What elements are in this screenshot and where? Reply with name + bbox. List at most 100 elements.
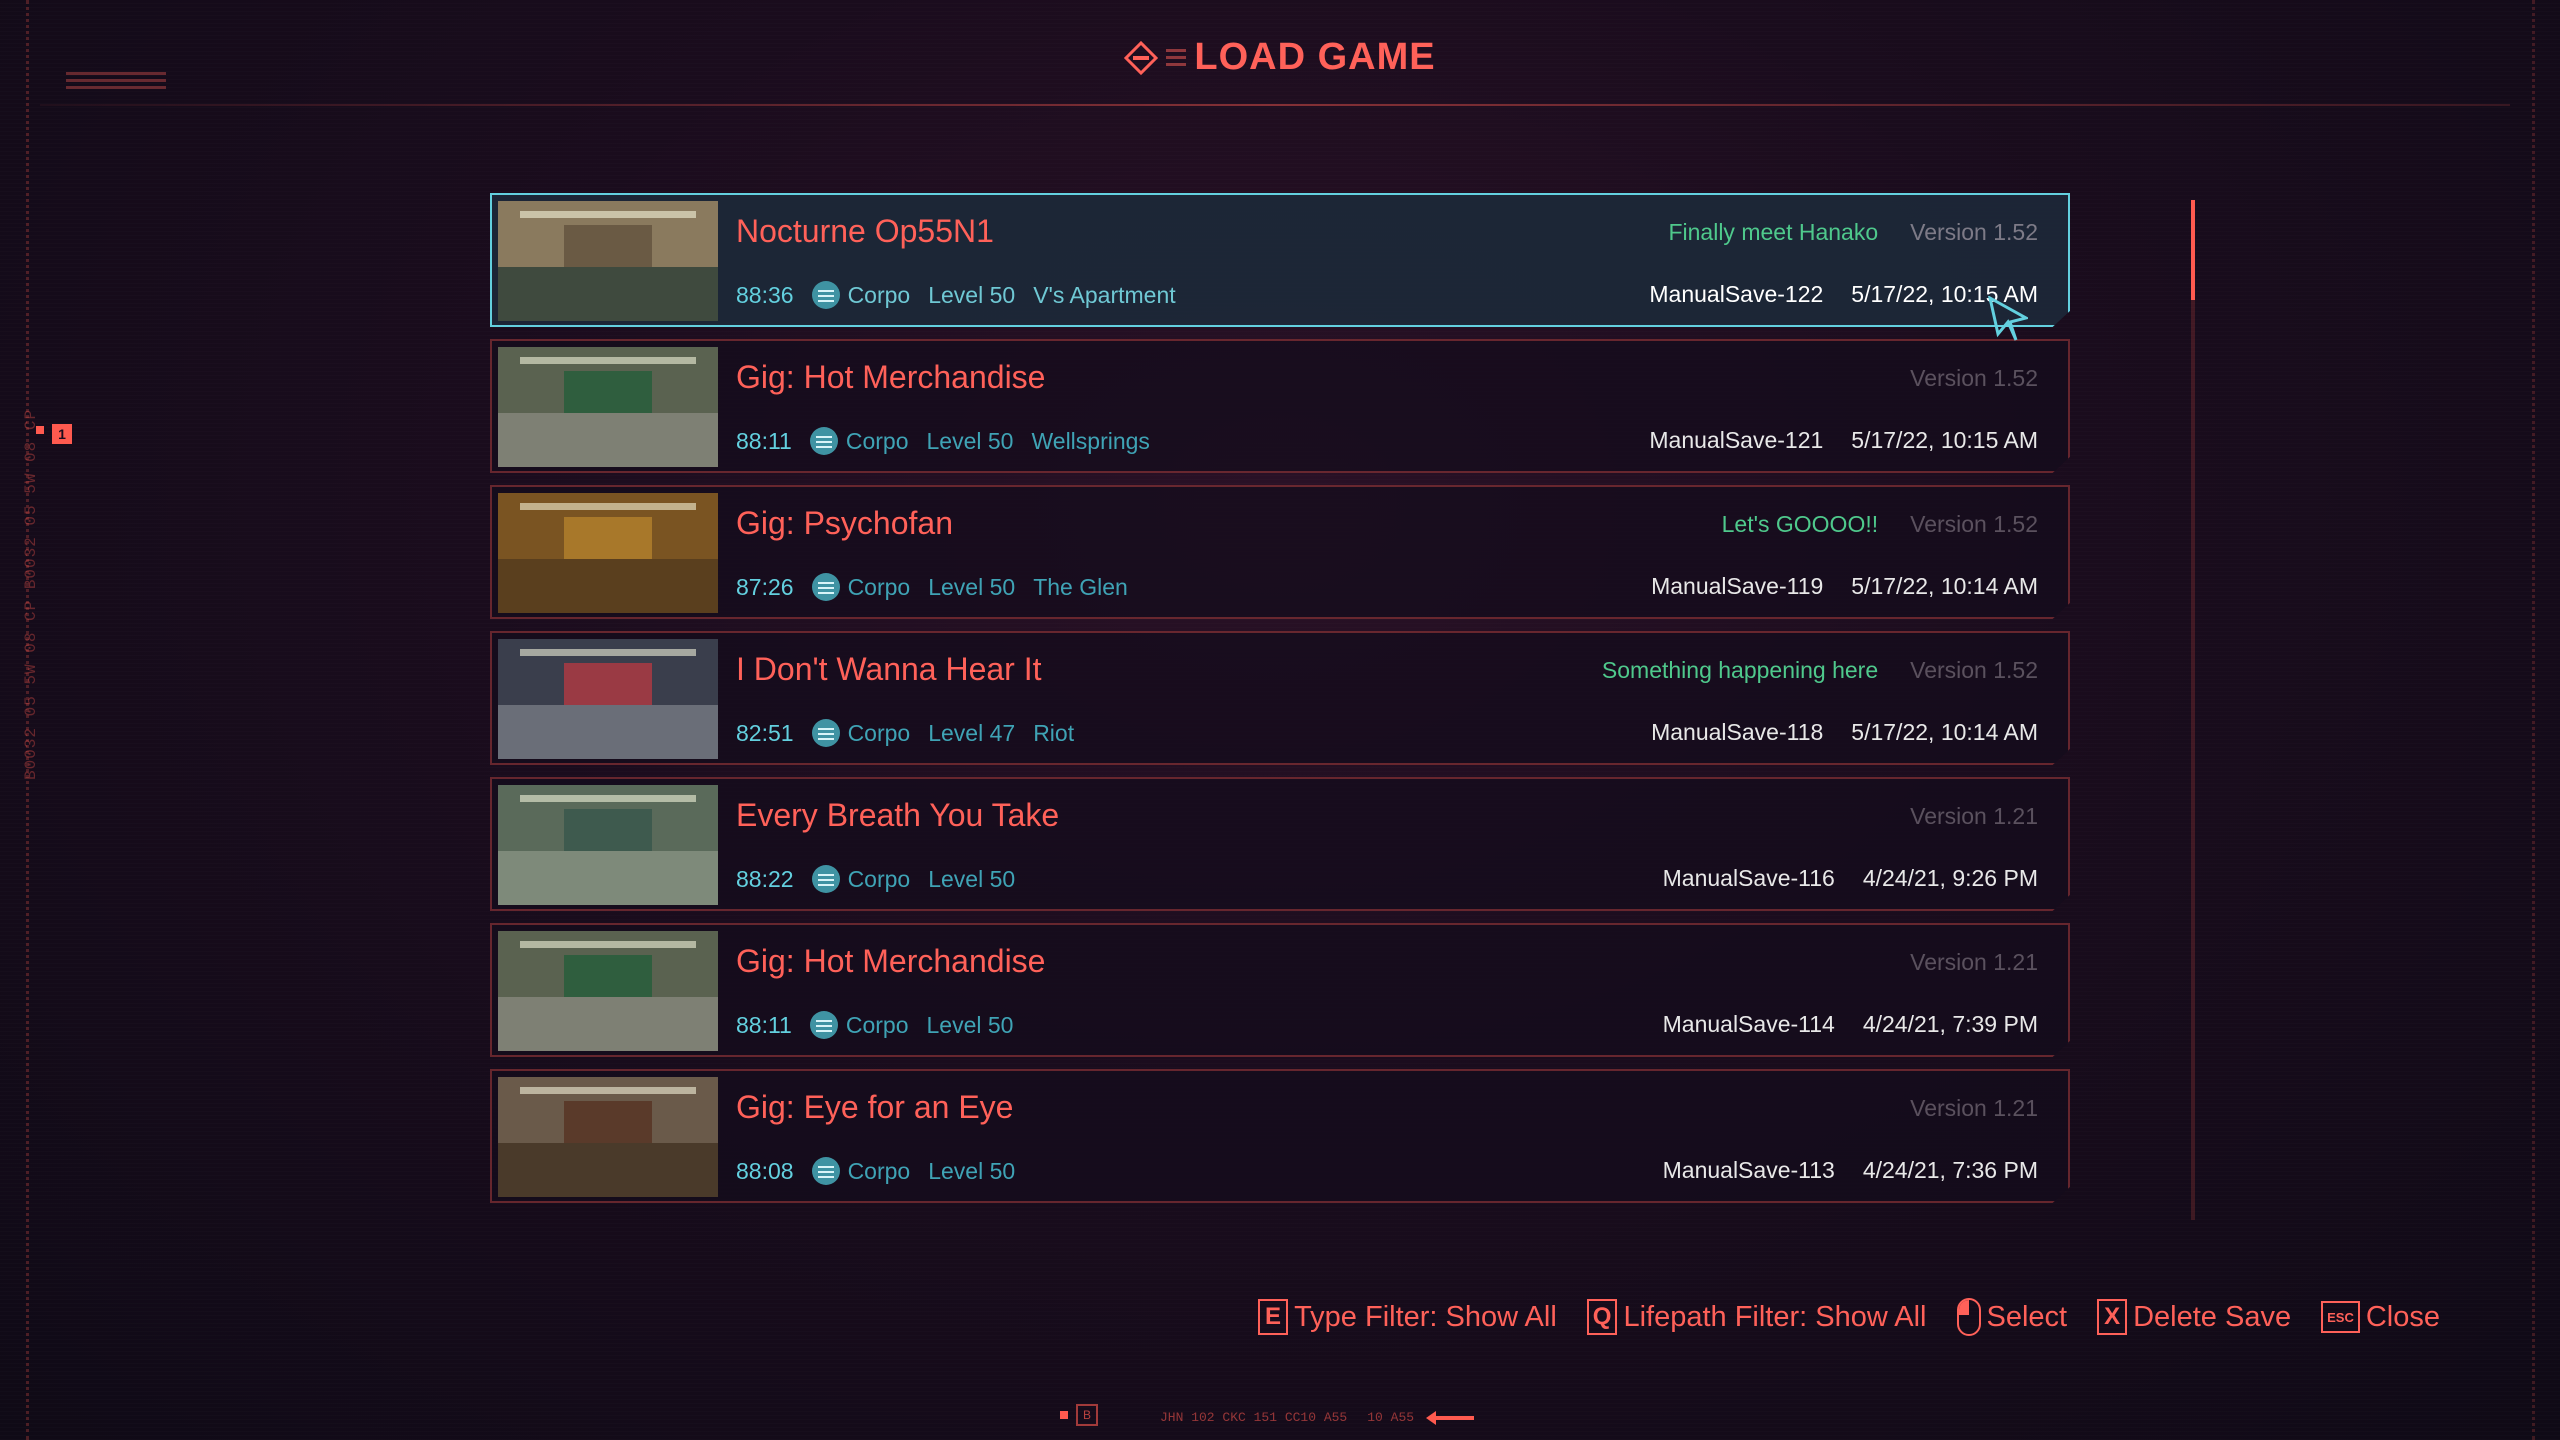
save-row[interactable]: Gig: Hot Merchandise 88:11 Corpo Level 5… (490, 339, 2070, 473)
save-note: Finally meet Hanako (1668, 219, 1879, 245)
save-version: Version 1.52 (1910, 219, 2038, 245)
save-row[interactable]: Gig: Psychofan 87:26 Corpo Level 50 The … (490, 485, 2070, 619)
hint-label: Close (2365, 1300, 2440, 1333)
save-thumbnail (498, 201, 718, 321)
save-version: Version 1.21 (1910, 949, 2038, 975)
save-version: Version 1.52 (1910, 365, 2038, 391)
thumbnail-wall (564, 663, 652, 711)
save-row[interactable]: I Don't Wanna Hear It 82:51 Corpo Level … (490, 631, 2070, 765)
vertical-code-text: B0032 05 5W 08 CP B0032 05 5W 08 CP (22, 408, 40, 780)
save-id: ManualSave-119 (1651, 573, 1824, 599)
save-thumbnail (498, 1077, 718, 1197)
corpo-lifepath-icon (811, 719, 840, 747)
save-version: Version 1.52 (1910, 511, 2038, 537)
save-lifepath: Corpo (847, 281, 911, 308)
save-version: Version 1.21 (1910, 803, 2038, 829)
hint-label: Select (1986, 1300, 2068, 1333)
save-meta: 88:36 Corpo Level 50 V's Apartment (736, 281, 1176, 309)
corpo-lifepath-icon (809, 1011, 838, 1039)
key-e-icon: E (1258, 1299, 1289, 1335)
save-id: ManualSave-122 (1649, 281, 1824, 307)
hint-label: Delete Save (2133, 1300, 2292, 1333)
hint-close[interactable]: ESC Close (2321, 1301, 2440, 1334)
hint-lifepath-filter-show-all[interactable]: Q Lifepath Filter: Show All (1586, 1299, 1927, 1335)
save-right-top: Version 1.21 (1878, 1095, 2038, 1122)
save-id: ManualSave-116 (1662, 865, 1835, 891)
save-lifepath: Corpo (845, 1011, 909, 1038)
save-meta: 82:51 Corpo Level 47 Riot (736, 719, 1074, 747)
save-playtime: 87:26 (736, 573, 794, 600)
bottom-marker: B (1060, 1404, 1098, 1426)
save-meta: 88:22 Corpo Level 50 (736, 865, 1033, 893)
hint-type-filter-show-all[interactable]: E Type Filter: Show All (1258, 1299, 1557, 1335)
title-decor-lines (1166, 45, 1187, 70)
header-divider (40, 104, 2510, 106)
save-lifepath: Corpo (847, 573, 911, 600)
save-row[interactable]: Every Breath You Take 88:22 Corpo Level … (490, 777, 2070, 911)
save-note: Let's GOOOO!! (1721, 511, 1879, 537)
bottom-code: JHN 102 CKC 151 CC10 A55 10 A55 (1160, 1410, 1475, 1425)
save-version: Version 1.21 (1910, 1095, 2038, 1121)
page-title: LOAD GAME (1194, 36, 1436, 78)
save-playtime: 82:51 (736, 719, 794, 746)
save-row[interactable]: Gig: Hot Merchandise 88:11 Corpo Level 5… (490, 923, 2070, 1057)
save-date: 5/17/22, 10:14 AM (1851, 719, 2038, 745)
scrollbar-track[interactable] (2191, 200, 2195, 1220)
save-level: Level 50 (928, 865, 1016, 892)
hint-select[interactable]: Select (1956, 1298, 2068, 1336)
scrollbar-thumb[interactable] (2191, 200, 2195, 300)
save-row[interactable]: Gig: Eye for an Eye 88:08 Corpo Level 50… (490, 1069, 2070, 1203)
save-right-bottom: ManualSave-122 5/17/22, 10:15 AM (1649, 281, 2038, 308)
thumbnail-light (520, 356, 696, 364)
save-meta: 88:11 Corpo Level 50 (736, 1011, 1031, 1039)
save-level: Level 47 (928, 719, 1016, 746)
save-location: The Glen (1033, 573, 1128, 600)
save-right-bottom: ManualSave-121 5/17/22, 10:15 AM (1649, 427, 2038, 454)
thumbnail-floor (498, 267, 718, 321)
save-name: Gig: Hot Merchandise (736, 943, 1046, 979)
save-date: 4/24/21, 7:36 PM (1862, 1157, 2038, 1183)
save-right-bottom: ManualSave-119 5/17/22, 10:14 AM (1651, 573, 2038, 600)
hint-label: Type Filter: Show All (1294, 1300, 1557, 1333)
save-playtime: 88:22 (736, 865, 794, 892)
save-lifepath: Corpo (847, 719, 911, 746)
save-location: V's Apartment (1033, 281, 1176, 308)
corpo-lifepath-icon (811, 1157, 840, 1185)
save-level: Level 50 (928, 1157, 1016, 1184)
hint-delete-save[interactable]: X Delete Save (2097, 1299, 2291, 1335)
save-location: Riot (1033, 719, 1075, 746)
save-name: Nocturne Op55N1 (736, 213, 994, 249)
save-lifepath: Corpo (847, 1157, 911, 1184)
save-playtime: 88:08 (736, 1157, 794, 1184)
save-date: 5/17/22, 10:14 AM (1851, 573, 2038, 599)
key-q-icon: Q (1586, 1299, 1618, 1335)
thumbnail-wall (564, 955, 652, 1003)
save-name: I Don't Wanna Hear It (736, 651, 1042, 687)
save-right-bottom: ManualSave-113 4/24/21, 7:36 PM (1663, 1157, 2038, 1184)
save-row[interactable]: Nocturne Op55N1 88:36 Corpo Level 50 V's… (490, 193, 2070, 327)
save-name: Gig: Psychofan (736, 505, 953, 541)
thumbnail-light (520, 502, 696, 510)
save-lifepath: Corpo (845, 427, 909, 454)
save-date: 5/17/22, 10:15 AM (1851, 427, 2038, 453)
save-right-top: Version 1.21 (1878, 803, 2038, 830)
save-right-bottom: ManualSave-114 4/24/21, 7:39 PM (1663, 1011, 2038, 1038)
save-version: Version 1.52 (1910, 657, 2038, 683)
save-playtime: 88:11 (736, 1011, 792, 1038)
save-note: Something happening here (1601, 657, 1879, 683)
corpo-lifepath-icon (809, 427, 838, 455)
load-game-icon (1124, 40, 1159, 75)
save-name: Gig: Eye for an Eye (736, 1089, 1014, 1125)
thumbnail-floor (498, 559, 718, 613)
thumbnail-light (520, 648, 696, 656)
save-right-top: Finally meet Hanako Version 1.52 (1668, 219, 2038, 246)
save-id: ManualSave-114 (1662, 1011, 1835, 1037)
save-name: Gig: Hot Merchandise (736, 359, 1046, 395)
mouse-icon (1956, 1298, 1981, 1336)
thumbnail-floor (498, 705, 718, 759)
save-lifepath: Corpo (847, 865, 911, 892)
thumbnail-wall (564, 1101, 652, 1149)
hint-label: Lifepath Filter: Show All (1623, 1300, 1927, 1333)
thumbnail-floor (498, 851, 718, 905)
save-thumbnail (498, 931, 718, 1051)
